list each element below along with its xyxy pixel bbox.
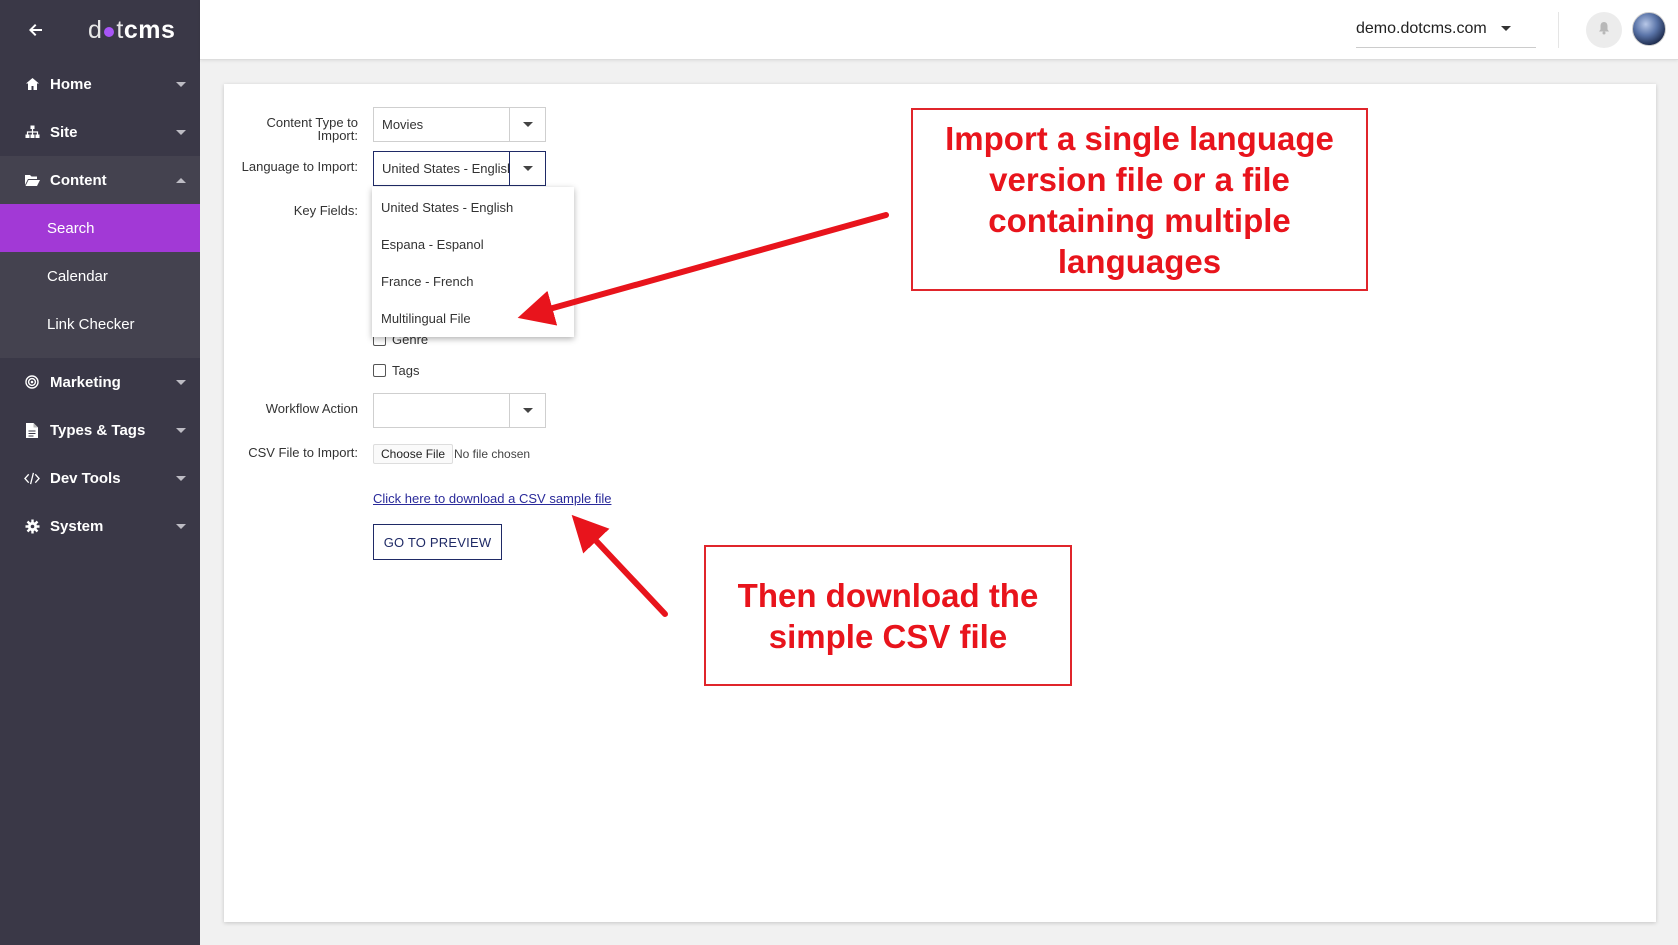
checkbox-label: Tags (392, 363, 420, 378)
dropdown-toggle[interactable] (509, 152, 545, 185)
sidebar-subitem-calendar[interactable]: Calendar (0, 252, 200, 300)
sidebar-item-site[interactable]: Site (0, 108, 200, 156)
chevron-down-icon (176, 523, 186, 529)
sidebar-header: d t cms (0, 0, 200, 60)
annotation-callout-import: Import a single language version file or… (911, 108, 1368, 291)
chevron-down-icon (522, 166, 533, 171)
site-selector[interactable]: demo.dotcms.com (1356, 10, 1536, 48)
language-option-multilingual[interactable]: Multilingual File (372, 300, 574, 337)
chevron-down-icon (176, 475, 186, 481)
home-icon (24, 76, 40, 92)
content-type-value: Movies (382, 117, 424, 132)
chevron-up-icon (176, 177, 186, 183)
site-selector-value: demo.dotcms.com (1356, 19, 1487, 37)
chevron-down-icon (1500, 26, 1511, 31)
back-arrow-icon[interactable] (28, 22, 44, 38)
chevron-down-icon (522, 122, 533, 127)
go-to-preview-button[interactable]: GO TO PREVIEW (373, 524, 502, 560)
dotcms-logo: d t cms (88, 15, 176, 44)
dropdown-toggle[interactable] (509, 394, 545, 427)
content-type-label: Content Type to Import: (266, 115, 358, 143)
language-value: United States - English (382, 161, 509, 176)
chevron-down-icon (176, 81, 186, 87)
tags-checkbox[interactable] (373, 364, 386, 377)
language-option[interactable]: United States - English (372, 189, 574, 226)
notifications-button[interactable] (1586, 12, 1622, 48)
sidebar-item-dev-tools[interactable]: Dev Tools (0, 454, 200, 502)
chevron-down-icon (522, 408, 533, 413)
gear-icon (24, 518, 40, 534)
sidebar-subitem-link-checker[interactable]: Link Checker (0, 300, 200, 348)
language-dropdown-menu: United States - English Espana - Espanol… (372, 187, 574, 337)
chevron-down-icon (176, 379, 186, 385)
divider (1558, 12, 1559, 48)
folder-open-icon (24, 172, 40, 188)
annotation-callout-download: Then download the simple CSV file (704, 545, 1072, 686)
language-select[interactable]: United States - English (373, 151, 546, 186)
sidebar-item-system[interactable]: System (0, 502, 200, 550)
bell-icon (1598, 21, 1610, 40)
language-label: Language to Import: (241, 159, 358, 174)
logo-dot (104, 27, 115, 37)
code-icon (24, 470, 40, 486)
file-status: No file chosen (454, 447, 531, 461)
workflow-action-select[interactable] (373, 393, 546, 428)
chevron-down-icon (176, 427, 186, 433)
user-avatar[interactable] (1632, 12, 1666, 46)
key-fields-label: Key Fields: (293, 203, 358, 218)
csv-file-label: CSV File to Import: (248, 445, 358, 460)
language-option[interactable]: France - French (372, 263, 574, 300)
sidebar-item-types-tags[interactable]: Types & Tags (0, 406, 200, 454)
target-icon (24, 374, 40, 390)
choose-file-button[interactable]: Choose File (373, 444, 454, 464)
workflow-label: Workflow Action (265, 401, 358, 416)
sidebar-item-marketing[interactable]: Marketing (0, 358, 200, 406)
download-csv-sample-link[interactable]: Click here to download a CSV sample file (373, 491, 611, 506)
sidebar-subitem-search[interactable]: Search (0, 204, 200, 252)
key-field-tags: Tags (373, 363, 419, 378)
chevron-down-icon (176, 129, 186, 135)
sitemap-icon (24, 124, 40, 140)
sidebar: d t cms Home Site Content Search Calendar … (0, 0, 200, 945)
dropdown-toggle[interactable] (509, 108, 545, 141)
sidebar-item-home[interactable]: Home (0, 60, 200, 108)
content-type-select[interactable]: Movies (373, 107, 546, 142)
top-bar: demo.dotcms.com (200, 0, 1678, 60)
language-option[interactable]: Espana - Espanol (372, 226, 574, 263)
content-subnav: Search Calendar Link Checker (0, 204, 200, 358)
sidebar-item-content[interactable]: Content (0, 156, 200, 204)
file-icon (24, 422, 40, 438)
